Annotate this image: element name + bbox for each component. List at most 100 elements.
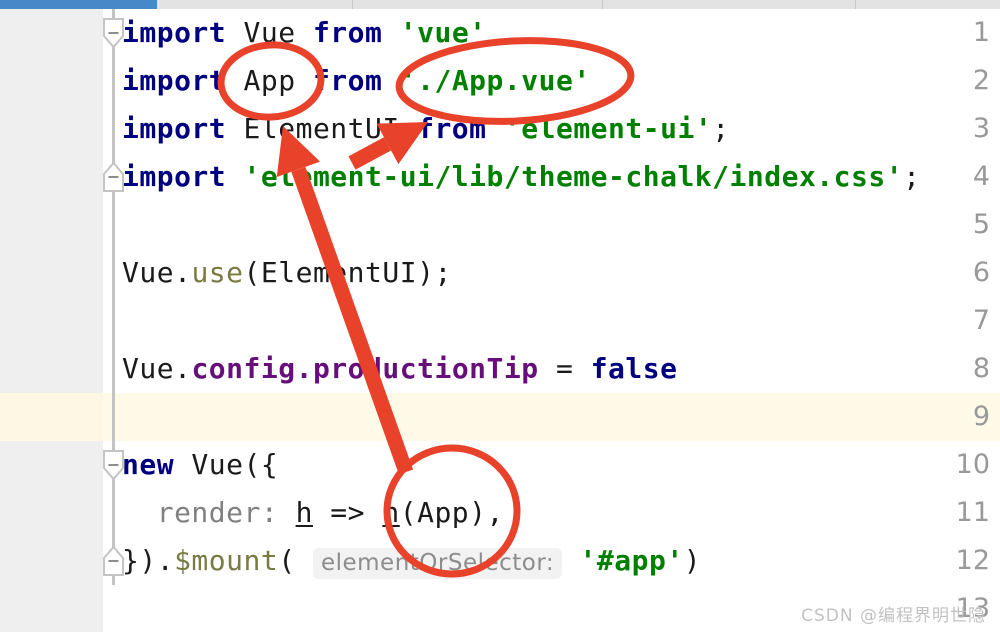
code-token: './App.vue' xyxy=(399,64,591,97)
code-token: import xyxy=(122,112,227,145)
gutter[interactable] xyxy=(0,441,103,489)
gutter[interactable] xyxy=(0,201,103,249)
watermark: CSDN @编程界明世隐 xyxy=(801,606,986,626)
line-number: 9 xyxy=(972,401,990,432)
code-token: Vue. xyxy=(122,256,192,289)
line-number: 4 xyxy=(972,161,990,192)
code-line[interactable]: 4 import 'element-ui/lib/theme-chalk/inde… xyxy=(0,153,1000,201)
code-line[interactable]: 1 import Vue from 'vue' xyxy=(0,9,1000,57)
code-token: => xyxy=(312,496,383,529)
gutter[interactable] xyxy=(0,345,103,393)
code-token: false xyxy=(590,352,678,385)
code-token: : xyxy=(260,496,296,529)
code-line[interactable]: 9 xyxy=(0,393,1000,441)
code-token: 'element-ui' xyxy=(503,112,713,145)
parameter-hint: elementOrSelector: xyxy=(312,548,563,579)
code-token: . xyxy=(295,352,313,385)
code-token: App xyxy=(226,64,313,97)
code-token: (ElementUI); xyxy=(243,256,452,289)
progress-segment-active[interactable] xyxy=(0,0,157,9)
screenshot-root: 1 import Vue from 'vue' 2 import App from '… xyxy=(0,0,1000,632)
gutter[interactable] xyxy=(0,57,103,105)
breadcrumb-segment-2[interactable] xyxy=(157,0,353,9)
code-token: 'vue' xyxy=(399,16,487,49)
code-token: h xyxy=(295,496,313,529)
breadcrumb-segment-5[interactable] xyxy=(856,0,1000,9)
breadcrumb-segment-4[interactable] xyxy=(603,0,856,9)
code-token: config xyxy=(191,352,296,385)
gutter[interactable] xyxy=(0,393,103,441)
code-token: import xyxy=(122,160,227,193)
code-token: ElementUI xyxy=(226,112,418,145)
code-token: '#app' xyxy=(579,544,684,577)
code-token: ; xyxy=(712,112,730,145)
code-token: Vue. xyxy=(122,352,192,385)
code-token: ( xyxy=(278,544,313,577)
code-token: ; xyxy=(903,160,921,193)
code-text[interactable]: new Vue({ xyxy=(122,441,278,489)
code-token: ) xyxy=(683,544,702,577)
code-fold-rail xyxy=(112,489,115,537)
code-line[interactable]: 2 import App from './App.vue' xyxy=(0,57,1000,105)
gutter[interactable] xyxy=(0,537,103,585)
code-fold-up-icon[interactable] xyxy=(103,162,124,192)
code-line[interactable]: 11 render: h => h(App), xyxy=(0,489,1000,537)
code-line[interactable]: 3 import ElementUI from 'element-ui'; xyxy=(0,105,1000,153)
line-number: 12 xyxy=(955,545,990,576)
code-token: Vue xyxy=(226,16,313,49)
code-fold-rail xyxy=(112,297,115,345)
line-number: 2 xyxy=(972,65,990,96)
code-line[interactable]: 7 xyxy=(0,297,1000,345)
code-token: = xyxy=(538,352,591,385)
gutter[interactable] xyxy=(0,105,103,153)
code-token: productionTip xyxy=(312,352,539,385)
code-text[interactable]: import 'element-ui/lib/theme-chalk/index… xyxy=(122,153,920,201)
code-token: }). xyxy=(122,544,175,577)
code-line[interactable]: 8 Vue.config.productionTip = false xyxy=(0,345,1000,393)
code-token: import xyxy=(122,16,227,49)
code-text[interactable]: Vue.use(ElementUI); xyxy=(122,249,452,297)
line-number: 7 xyxy=(972,305,990,336)
code-line[interactable]: 10 new Vue({ xyxy=(0,441,1000,489)
code-fold-down-icon[interactable] xyxy=(103,18,124,48)
line-number: 10 xyxy=(955,449,990,480)
code-line[interactable]: 12}).$mount( elementOrSelector: '#app') xyxy=(0,537,1000,585)
code-fold-rail xyxy=(112,249,115,297)
code-fold-rail xyxy=(112,57,115,105)
code-text[interactable]: import App from './App.vue' xyxy=(122,57,591,105)
code-token: from xyxy=(417,112,487,145)
code-text[interactable]: render: h => h(App), xyxy=(122,489,504,537)
line-number: 6 xyxy=(972,257,990,288)
code-token: h xyxy=(382,496,400,529)
code-text[interactable]: }).$mount( elementOrSelector: '#app') xyxy=(122,537,701,585)
gutter[interactable] xyxy=(0,153,103,201)
code-token: 'element-ui/lib/theme-chalk/index.css' xyxy=(243,160,904,193)
code-line[interactable]: 5 xyxy=(0,201,1000,249)
code-fold-rail xyxy=(112,105,115,153)
gutter[interactable] xyxy=(0,249,103,297)
code-text[interactable]: Vue.config.productionTip = false xyxy=(122,345,677,393)
line-number: 11 xyxy=(955,497,990,528)
line-number: 5 xyxy=(972,209,990,240)
line-number: 1 xyxy=(972,17,990,48)
gutter[interactable] xyxy=(0,489,103,537)
code-fold-up-icon[interactable] xyxy=(103,546,124,576)
code-fold-rail xyxy=(112,393,115,441)
code-text[interactable]: import Vue from 'vue' xyxy=(122,9,487,57)
code-editor[interactable]: 1 import Vue from 'vue' 2 import App from '… xyxy=(0,9,1000,632)
code-line[interactable]: 6 Vue.use(ElementUI); xyxy=(0,249,1000,297)
gutter[interactable] xyxy=(0,297,103,345)
code-text[interactable]: import ElementUI from 'element-ui'; xyxy=(122,105,730,153)
code-token: $mount xyxy=(174,544,279,577)
gutter[interactable] xyxy=(0,585,103,632)
code-token: use xyxy=(191,256,244,289)
gutter[interactable] xyxy=(0,9,103,57)
breadcrumb-segment-3[interactable] xyxy=(353,0,603,9)
code-token: import xyxy=(122,64,227,97)
code-fold-down-icon[interactable] xyxy=(103,450,124,480)
